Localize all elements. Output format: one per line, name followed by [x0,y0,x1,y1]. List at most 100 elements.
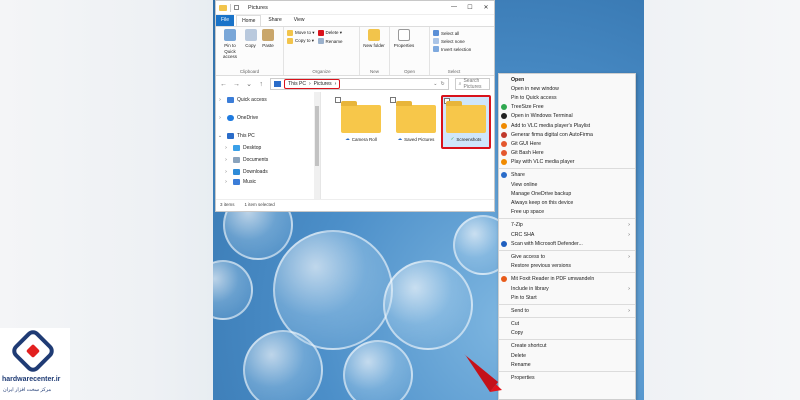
menu-item-label: Free up space [511,209,545,216]
treesize-free-icon [501,104,507,111]
nav-item-this-pc[interactable]: ⌄ This PC [216,130,320,142]
move-to-button[interactable]: Move to ▾ [287,30,315,36]
menu-item-give-access-to[interactable]: Give access to › [499,252,635,261]
close-button[interactable]: ✕ [478,4,494,11]
menu-item-open[interactable]: Open [499,75,635,84]
search-input[interactable]: ⌕ Search Pictures [454,78,491,90]
menu-item-play-with-vlc-media-player[interactable]: Play with VLC media player [499,158,635,167]
up-arrow-icon[interactable]: ↑ [258,81,264,88]
breadcrumb-separator: › [308,81,311,87]
scrollbar-thumb[interactable] [315,106,319,166]
breadcrumb-pictures[interactable]: Pictures [314,81,332,87]
properties-icon [398,29,410,41]
menu-item-always-keep-on-this-device[interactable]: Always keep on this device [499,198,635,207]
breadcrumb-this-pc[interactable]: This PC [288,81,306,87]
git-gui-here-icon [501,140,507,147]
tab-file[interactable]: File [216,15,235,26]
menu-item-scan-with-microsoft-defender[interactable]: Scan with Microsoft Defender... [499,239,635,248]
logo-mark [8,326,58,376]
submenu-arrow-icon: › [628,285,630,292]
back-arrow-icon[interactable]: ← [220,81,227,88]
menu-item-manage-onedrive-backup[interactable]: Manage OneDrive backup [499,189,635,198]
copy-to-label: Copy to ▾ [295,38,315,43]
collapse-icon[interactable]: ⌄ [216,133,224,139]
menu-item-properties[interactable]: Properties [499,373,635,382]
menu-item-open-in-new-window[interactable]: Open in new window [499,84,635,93]
menu-item-add-to-vlc-media-player-s-playlist[interactable]: Add to VLC media player's Playlist [499,121,635,130]
menu-item-create-shortcut[interactable]: Create shortcut [499,342,635,351]
nav-item-music[interactable]: › Music [216,178,320,186]
address-bar[interactable]: This PC › Pictures › ⌄ ↻ [270,78,449,90]
menu-item-7-zip[interactable]: 7-Zip › [499,221,635,230]
minimize-button[interactable]: — [446,4,462,11]
menu-item-include-in-library[interactable]: Include in library › [499,284,635,293]
folder-name: Screenshots [456,136,482,142]
folder-item-camera-roll[interactable]: ☁ Camera Roll [335,97,387,147]
menu-item-git-bash-here[interactable]: Git Bash Here [499,149,635,158]
menu-item-restore-previous-versions[interactable]: Restore previous versions [499,262,635,271]
nav-scrollbar[interactable] [314,92,320,199]
menu-item-pin-to-start[interactable]: Pin to Start [499,293,635,302]
refresh-icon[interactable]: ↻ [440,81,444,87]
menu-item-cut[interactable]: Cut [499,320,635,329]
nav-label: OneDrive [237,115,259,121]
rename-button[interactable]: Rename [317,38,343,44]
nav-item-documents[interactable]: › Documents [216,154,320,166]
nav-item-onedrive[interactable]: › OneDrive [216,112,320,124]
nav-item-downloads[interactable]: › Downloads [216,166,320,178]
download-icon [233,169,240,175]
forward-arrow-icon[interactable]: → [233,81,240,88]
tab-share[interactable]: Share [263,15,286,26]
expand-icon[interactable]: › [222,169,230,175]
expand-icon[interactable]: › [222,145,230,151]
nav-item-quick-access[interactable]: › Quick access [216,94,320,106]
maximize-button[interactable]: ☐ [462,4,478,11]
menu-item-label: Copy [511,330,524,337]
folder-name: Camera Roll [351,136,377,142]
breadcrumb: This PC › Pictures › [284,79,341,89]
recent-dropdown-icon[interactable]: ⌄ [246,80,252,88]
menu-item-mit-foxit-reader-in-pdf-umwandeln[interactable]: Mit Foxit Reader in PDF umwandeln [499,275,635,284]
copy-to-button[interactable]: Copy to ▾ [287,38,315,44]
menu-item-delete[interactable]: Delete [499,351,635,360]
menu-item-open-in-windows-terminal[interactable]: Open in Windows Terminal [499,112,635,121]
menu-item-crc-sha[interactable]: CRC SHA › [499,230,635,239]
menu-item-free-up-space[interactable]: Free up space [499,208,635,217]
nav-label: Documents [243,157,269,163]
menu-item-pin-to-quick-access[interactable]: Pin to Quick access [499,93,635,102]
menu-item-generar-firma-digital-con-autofirma[interactable]: Generar firma digital con AutoFirma [499,130,635,139]
menu-item-rename[interactable]: Rename [499,360,635,369]
nav-item-desktop[interactable]: › Desktop [216,142,320,154]
menu-item-view-online[interactable]: View online [499,180,635,189]
delete-icon [317,30,324,36]
delete-button[interactable]: Delete ▾ [317,30,343,36]
folder-item-screenshots[interactable]: ✓ Screenshots [441,95,491,149]
file-list: ☁ Camera Roll ☁ Saved Pictures ✓ Screenshot… [321,92,494,199]
expand-icon[interactable]: › [222,157,230,163]
menu-item-label: Properties [511,375,535,382]
menu-item-share[interactable]: Share [499,171,635,180]
tab-view[interactable]: View [289,15,310,26]
select-all-button[interactable]: Select all [433,30,471,36]
bubble-decoration [343,340,413,400]
menu-item-send-to[interactable]: Send to › [499,306,635,315]
paste-icon [262,29,274,41]
item-count: 3 items [220,202,235,207]
menu-item-treesize-free[interactable]: TreeSize Free [499,103,635,112]
expand-icon[interactable]: › [222,179,230,185]
checkbox-icon[interactable] [234,5,239,10]
menu-item-label: Always keep on this device [511,200,574,207]
select-none-button[interactable]: Select none [433,38,471,44]
bubble-decoration [383,260,473,350]
invert-selection-button[interactable]: Invert selection [433,46,471,52]
menu-item-git-gui-here[interactable]: Git GUI Here [499,139,635,148]
menu-item-copy[interactable]: Copy [499,329,635,338]
folder-icon [219,4,227,11]
expand-icon[interactable]: › [216,115,224,121]
pin-label: Pin to Quick access [222,43,237,59]
expand-icon[interactable]: › [216,97,224,103]
menu-item-label: View online [511,181,538,188]
tab-home[interactable]: Home [236,15,262,26]
folder-item-saved-pictures[interactable]: ☁ Saved Pictures [390,97,442,147]
address-dropdown-icon[interactable]: ⌄ [433,81,437,87]
